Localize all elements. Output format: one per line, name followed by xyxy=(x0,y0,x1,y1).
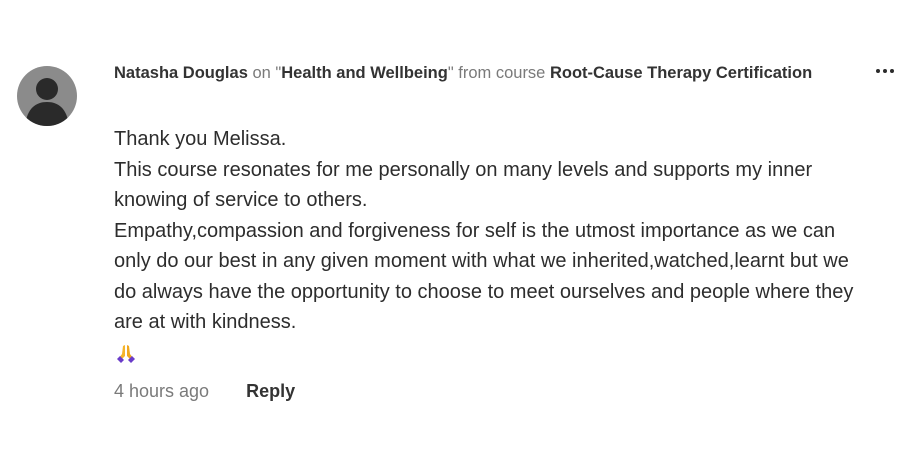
more-options-icon xyxy=(876,69,880,73)
more-options-button[interactable] xyxy=(872,60,898,80)
lesson-link[interactable]: Health and Wellbeing xyxy=(281,64,448,82)
person-silhouette-icon xyxy=(25,78,69,126)
course-link[interactable]: Root-Cause Therapy Certification xyxy=(550,64,812,82)
avatar[interactable] xyxy=(17,66,77,126)
folded-hands-icon xyxy=(114,342,138,366)
timestamp: 4 hours ago xyxy=(114,381,210,401)
author-name[interactable]: Natasha Douglas xyxy=(114,64,248,82)
from-course-text: " from course xyxy=(447,64,550,82)
comment-body: Thank you Melissa. This course resonates… xyxy=(114,124,854,375)
comment-line: This course resonates for me personally … xyxy=(114,158,813,212)
comment-footer: 4 hours ago Reply xyxy=(114,378,295,404)
more-options-dot xyxy=(890,69,894,73)
on-text: on " xyxy=(247,64,282,82)
comment-card: Natasha Douglas on "Health and Wellbeing… xyxy=(0,0,912,452)
more-options-dot xyxy=(883,69,887,73)
comment-line: Thank you Melissa. xyxy=(114,128,287,150)
reply-button[interactable]: Reply xyxy=(246,381,295,401)
comment-header: Natasha Douglas on "Health and Wellbeing… xyxy=(114,60,834,86)
comment-line: Empathy,compassion and forgiveness for s… xyxy=(114,219,854,334)
